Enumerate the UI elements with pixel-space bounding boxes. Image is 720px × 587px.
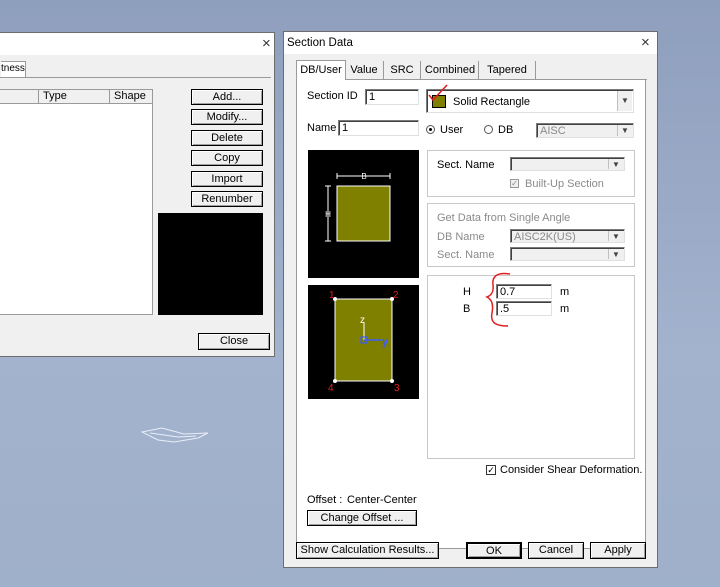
corner-1-label: 1 (329, 290, 335, 301)
section-data-dialog: Section Data × DB/User Value SRC Combine… (283, 31, 658, 568)
shear-label: Consider Shear Deformation. (500, 464, 643, 476)
modify-button[interactable]: Modify... (191, 109, 263, 125)
chevron-down-icon: ▼ (608, 159, 623, 169)
single-angle-title: Get Data from Single Angle (437, 212, 571, 224)
tab-partial[interactable]: tness (1, 61, 26, 77)
section-id-input[interactable]: 1 (365, 89, 419, 105)
builtup-label: Built-Up Section (525, 178, 604, 190)
offset-label: Offset : (307, 494, 343, 506)
user-radio-label: User (440, 124, 464, 136)
section-list-window: × tness Type Shape Add... Modify... Dele… (0, 32, 275, 357)
column-shape[interactable]: Shape (110, 90, 152, 104)
tab-value[interactable]: Value (345, 61, 384, 79)
import-button[interactable]: Import (191, 171, 263, 187)
b-unit: m (560, 303, 570, 315)
section-thumbnail (158, 213, 263, 315)
tab-strip: DB/User Value SRC Combined Tapered (296, 60, 646, 81)
cancel-button[interactable]: Cancel (528, 542, 584, 559)
h-dimension-label: H (325, 210, 331, 219)
builtup-checkbox: ✓ (510, 179, 519, 188)
b-dimension-label: B (361, 172, 366, 181)
name-label: Name (307, 122, 337, 134)
sect-name2-select: ▼ (510, 247, 625, 261)
corner-4-label: 4 (328, 383, 334, 394)
y-axis-label: y (382, 336, 389, 348)
sect-name2-label: Sect. Name (437, 249, 495, 261)
section-list-titlebar (0, 33, 274, 55)
db-name-label: DB Name (437, 231, 485, 243)
name-input[interactable]: 1 (338, 120, 419, 136)
tab-tapered[interactable]: Tapered (479, 61, 536, 79)
bracket-annotation (485, 272, 511, 327)
user-radio[interactable] (426, 125, 435, 134)
section-list[interactable]: Type Shape (0, 89, 153, 315)
copy-button[interactable]: Copy (191, 150, 263, 166)
z-axis-label: z (360, 315, 365, 326)
offset-value: Center-Center (347, 494, 417, 506)
sect-name-select: ▼ (510, 157, 625, 171)
h-label: H (463, 286, 471, 298)
b-label: B (463, 303, 471, 315)
corner-3-label: 3 (394, 383, 400, 394)
dialog-titlebar: Section Data (284, 32, 657, 54)
corner-2-label: 2 (393, 290, 399, 301)
section-id-label: Section ID (307, 90, 358, 102)
checkmark-annotation (428, 84, 448, 102)
section-dimension-preview: B H (308, 150, 419, 278)
db-select: AISC ▼ (536, 123, 634, 138)
column-type[interactable]: Type (39, 90, 110, 104)
db-name-select: AISC2K(US) ▼ (510, 229, 625, 243)
dimensions-group: H 0.7 m B .5 m (427, 275, 635, 459)
tab-db-user[interactable]: DB/User (296, 60, 346, 81)
sect-name-group: Sect. Name ▼ ✓ Built-Up Section (427, 150, 635, 197)
shear-checkbox[interactable]: ✓ (486, 465, 496, 475)
close-icon[interactable]: × (641, 35, 650, 50)
single-angle-group: Get Data from Single Angle DB Name AISC2… (427, 203, 635, 267)
chevron-down-icon[interactable]: ▼ (617, 91, 632, 111)
change-offset-button[interactable]: Change Offset ... (307, 510, 417, 526)
close-icon[interactable]: × (262, 36, 271, 51)
chevron-down-icon: ▼ (608, 231, 623, 241)
section-axes-preview: 1 2 3 4 z y (308, 285, 419, 399)
dialog-title: Section Data (287, 37, 353, 49)
tab-combined[interactable]: Combined (422, 61, 479, 79)
shape-select[interactable]: Solid Rectangle ▼ (426, 89, 634, 113)
ok-button[interactable]: OK (466, 542, 522, 559)
close-button[interactable]: Close (198, 333, 270, 350)
delete-button[interactable]: Delete (191, 130, 263, 146)
background-model-sketch (140, 427, 209, 443)
apply-button[interactable]: Apply (590, 542, 646, 559)
chevron-down-icon: ▼ (617, 125, 632, 136)
add-button[interactable]: Add... (191, 89, 263, 105)
chevron-down-icon: ▼ (608, 249, 623, 259)
db-radio-label: DB (498, 124, 514, 136)
sect-name-label: Sect. Name (437, 159, 495, 171)
show-calculation-button[interactable]: Show Calculation Results... (296, 542, 439, 559)
h-unit: m (560, 286, 570, 298)
db-radio[interactable] (484, 125, 493, 134)
tab-src[interactable]: SRC (384, 61, 421, 79)
renumber-button[interactable]: Renumber (191, 191, 263, 207)
